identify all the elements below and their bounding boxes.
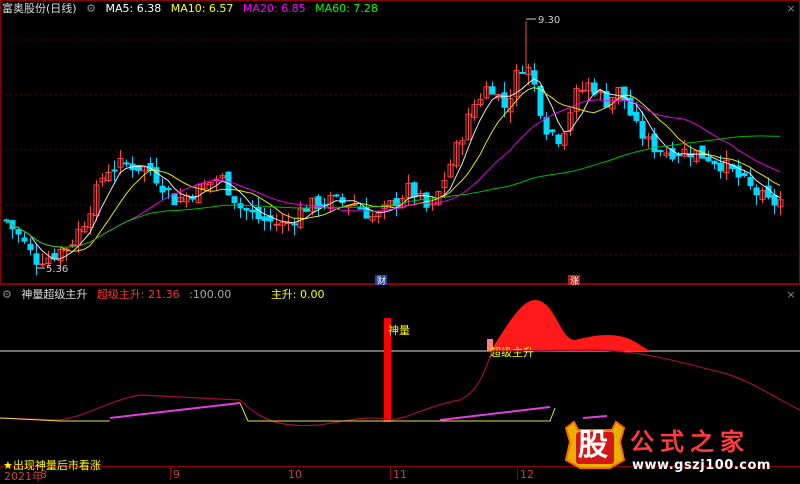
candle-body xyxy=(423,192,430,208)
candle-body xyxy=(771,194,778,206)
signal-note: ★出现神量后市看涨 xyxy=(3,459,101,472)
candle-body xyxy=(579,89,586,92)
signal-segment xyxy=(109,402,241,419)
candle-body xyxy=(657,150,664,153)
candle-body xyxy=(717,162,724,172)
candle-body xyxy=(531,70,538,85)
candle-body xyxy=(519,71,526,74)
candle-body xyxy=(333,194,340,197)
x-axis-month-9: 9 xyxy=(173,468,180,481)
low-price-label: 5.36 xyxy=(46,264,68,275)
candle-body xyxy=(489,86,496,95)
kline-chart[interactable]: 9.30 5.36 财 涨 神量超级主升 xyxy=(0,0,800,480)
ma10-line xyxy=(5,87,781,252)
x-axis-month-11: 11 xyxy=(393,468,407,481)
grid xyxy=(0,0,800,480)
candle-body xyxy=(303,208,310,212)
candle-body xyxy=(69,244,76,247)
candle-body xyxy=(705,156,712,162)
moving-average-lines xyxy=(5,78,781,260)
signal-segment xyxy=(582,415,608,419)
site-url: www.gszj100.com xyxy=(632,458,771,473)
x-axis-month-12: 12 xyxy=(520,468,534,481)
ma20-line xyxy=(5,99,781,248)
candle-body xyxy=(249,209,256,213)
candle-body xyxy=(711,160,718,165)
high-price-label: 9.30 xyxy=(538,15,560,26)
indicator-plot: 神量超级主升 xyxy=(0,300,800,427)
candle-body xyxy=(543,117,550,135)
candle-body xyxy=(555,134,562,145)
candle-body xyxy=(39,263,46,266)
candle-body xyxy=(651,133,658,153)
super-rise-area xyxy=(490,300,650,351)
candle-body xyxy=(273,223,280,226)
candle-body xyxy=(753,187,760,196)
chart-annotations: 9.30 5.36 财 涨 xyxy=(36,15,580,287)
rise-annotation: 超级主升 xyxy=(490,345,534,359)
spike-annotation: 神量 xyxy=(388,323,410,337)
candle-body xyxy=(111,169,118,172)
candlesticks xyxy=(3,21,784,276)
candle-body xyxy=(291,223,298,226)
signal-segment xyxy=(439,406,551,421)
candle-body xyxy=(261,216,268,221)
event-marker-text: 财 xyxy=(377,275,386,287)
candle-body xyxy=(21,237,28,242)
event-marker-text: 涨 xyxy=(570,276,579,287)
oscillator-line xyxy=(0,349,800,427)
candle-body xyxy=(159,185,166,193)
ma5-line xyxy=(5,78,781,260)
candle-body xyxy=(27,243,34,251)
candle-body xyxy=(675,154,682,157)
candle-body xyxy=(243,208,250,211)
candle-body xyxy=(741,172,748,177)
candle-body xyxy=(165,188,172,191)
candle-body xyxy=(633,111,640,121)
candle-body xyxy=(123,162,130,165)
candle-body xyxy=(231,196,238,203)
brand-name: 公式之家 xyxy=(630,428,750,456)
candle-body xyxy=(15,229,22,235)
candle-body xyxy=(33,253,40,265)
candle-body xyxy=(549,129,556,133)
candle-body xyxy=(411,182,418,198)
candle-body xyxy=(639,121,646,139)
x-axis-month-10: 10 xyxy=(288,468,302,481)
candle-body xyxy=(501,92,508,108)
candle-body xyxy=(747,176,754,187)
logo-badge-text: 股 xyxy=(578,428,608,463)
